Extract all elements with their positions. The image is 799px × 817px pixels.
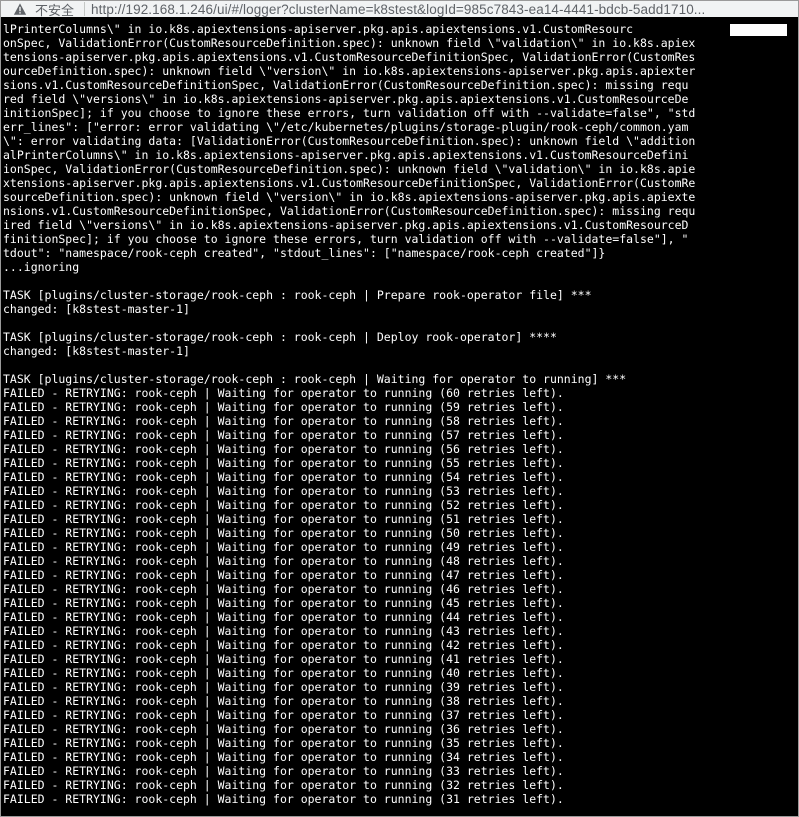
log-line: FAILED - RETRYING: rook-ceph | Waiting f… (3, 722, 564, 736)
log-line: FAILED - RETRYING: rook-ceph | Waiting f… (3, 652, 564, 666)
log-line: FAILED - RETRYING: rook-ceph | Waiting f… (3, 400, 564, 414)
log-line: FAILED - RETRYING: rook-ceph | Waiting f… (3, 526, 564, 540)
log-line: FAILED - RETRYING: rook-ceph | Waiting f… (3, 498, 564, 512)
log-line: FAILED - RETRYING: rook-ceph | Waiting f… (3, 666, 564, 680)
warning-icon[interactable] (13, 2, 27, 16)
address-bar[interactable]: 不安全 http://192.168.1.246/ui/#/logger?clu… (1, 1, 798, 17)
log-line: ...ignoring (3, 260, 80, 274)
log-line: ionSpec, ValidationError(CustomResourceD… (3, 162, 696, 176)
log-line: xtensions-apiserver.pkg.apis.apiextensio… (3, 176, 696, 190)
log-line: FAILED - RETRYING: rook-ceph | Waiting f… (3, 708, 564, 722)
log-line: TASK [plugins/cluster-storage/rook-ceph … (3, 372, 627, 386)
log-line: FAILED - RETRYING: rook-ceph | Waiting f… (3, 484, 564, 498)
log-line: FAILED - RETRYING: rook-ceph | Waiting f… (3, 414, 564, 428)
log-line: ourceDefinition.spec): unknown field \"v… (3, 64, 696, 78)
log-line: FAILED - RETRYING: rook-ceph | Waiting f… (3, 596, 564, 610)
address-divider (84, 2, 86, 16)
log-line: FAILED - RETRYING: rook-ceph | Waiting f… (3, 512, 564, 526)
log-line: FAILED - RETRYING: rook-ceph | Waiting f… (3, 764, 564, 778)
log-line: FAILED - RETRYING: rook-ceph | Waiting f… (3, 442, 564, 456)
log-line: FAILED - RETRYING: rook-ceph | Waiting f… (3, 568, 564, 582)
log-line: changed: [k8stest-master-1] (3, 302, 190, 316)
log-line: FAILED - RETRYING: rook-ceph | Waiting f… (3, 624, 564, 638)
log-line: FAILED - RETRYING: rook-ceph | Waiting f… (3, 638, 564, 652)
log-line: FAILED - RETRYING: rook-ceph | Waiting f… (3, 456, 564, 470)
log-line: FAILED - RETRYING: rook-ceph | Waiting f… (3, 750, 564, 764)
log-line: finitionSpec]; if you choose to ignore t… (3, 232, 689, 246)
log-line: initionSpec]; if you choose to ignore th… (3, 106, 696, 120)
browser-window: 不安全 http://192.168.1.246/ui/#/logger?clu… (0, 0, 799, 817)
log-line: err_lines": ["error: error validating \"… (3, 120, 689, 134)
redaction-block (730, 24, 787, 36)
log-line: tdout": "namespace/rook-ceph created", "… (3, 246, 606, 260)
log-line: FAILED - RETRYING: rook-ceph | Waiting f… (3, 470, 564, 484)
log-line: FAILED - RETRYING: rook-ceph | Waiting f… (3, 778, 564, 792)
log-line: FAILED - RETRYING: rook-ceph | Waiting f… (3, 428, 564, 442)
log-line: FAILED - RETRYING: rook-ceph | Waiting f… (3, 792, 564, 806)
log-line: TASK [plugins/cluster-storage/rook-ceph … (3, 288, 592, 302)
log-line: nsions.v1.CustomResourceDefinitionSpec, … (3, 204, 696, 218)
log-line: FAILED - RETRYING: rook-ceph | Waiting f… (3, 386, 564, 400)
log-line: onSpec, ValidationError(CustomResourceDe… (3, 36, 696, 50)
log-line: FAILED - RETRYING: rook-ceph | Waiting f… (3, 582, 564, 596)
log-line: FAILED - RETRYING: rook-ceph | Waiting f… (3, 540, 564, 554)
log-line: FAILED - RETRYING: rook-ceph | Waiting f… (3, 554, 564, 568)
log-line: sourceDefinition.spec): unknown field \"… (3, 190, 696, 204)
log-line: sions.v1.CustomResourceDefinitionSpec, V… (3, 78, 689, 92)
log-line: \": error validating data: [ValidationEr… (3, 134, 696, 148)
log-line: FAILED - RETRYING: rook-ceph | Waiting f… (3, 694, 564, 708)
log-line: lPrinterColumns\" in io.k8s.apiextension… (3, 22, 634, 36)
log-line: alPrinterColumns\" in io.k8s.apiextensio… (3, 148, 689, 162)
log-line: tensions-apiserver.pkg.apis.apiextension… (3, 50, 696, 64)
url-field[interactable]: http://192.168.1.246/ui/#/logger?cluster… (91, 2, 705, 17)
log-line: red field \"versions\" in io.k8s.apiexte… (3, 92, 689, 106)
log-line: FAILED - RETRYING: rook-ceph | Waiting f… (3, 680, 564, 694)
security-status-label[interactable]: 不安全 (35, 1, 74, 18)
log-line: FAILED - RETRYING: rook-ceph | Waiting f… (3, 610, 564, 624)
log-line: FAILED - RETRYING: rook-ceph | Waiting f… (3, 736, 564, 750)
log-console[interactable]: lPrinterColumns\" in io.k8s.apiextension… (1, 22, 798, 816)
log-line: ired field \"versions\" in io.k8s.apiext… (3, 218, 689, 232)
log-line: TASK [plugins/cluster-storage/rook-ceph … (3, 330, 557, 344)
log-line: changed: [k8stest-master-1] (3, 344, 190, 358)
